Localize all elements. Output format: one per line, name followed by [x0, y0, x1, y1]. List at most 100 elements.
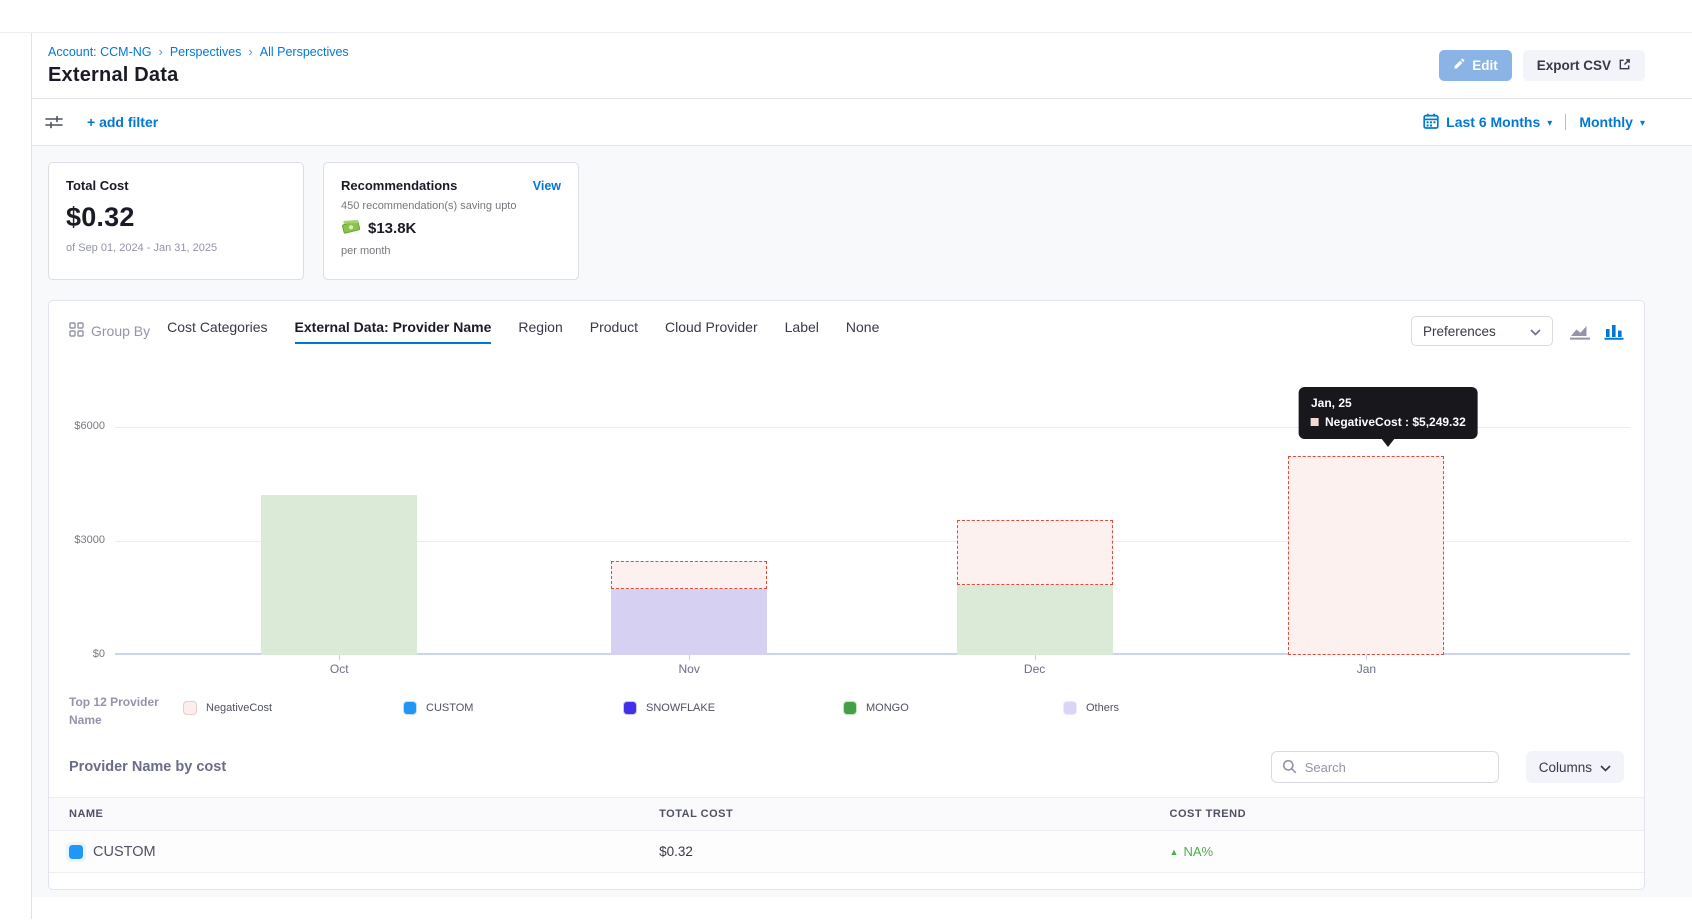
tab-cost-categories[interactable]: Cost Categories: [167, 319, 267, 344]
tab-product[interactable]: Product: [590, 319, 638, 344]
breadcrumb-item-account-ccm-ng[interactable]: Account: CCM-NG: [48, 45, 152, 59]
bar-segment-snowflake-nov[interactable]: [611, 589, 767, 655]
tooltip-series-swatch: [1311, 418, 1319, 426]
content-area: Account: CCM-NG›Perspectives›All Perspec…: [31, 33, 1692, 919]
search-input[interactable]: [1271, 751, 1499, 783]
columns-button-label: Columns: [1539, 760, 1592, 775]
legend-item-custom[interactable]: CUSTOM: [403, 701, 623, 715]
perspective-page: Account: CCM-NG›Perspectives›All Perspec…: [0, 0, 1692, 920]
edit-button[interactable]: Edit: [1439, 50, 1512, 81]
header-actions: Edit Export CSV: [1439, 50, 1645, 81]
edit-button-label: Edit: [1472, 58, 1498, 73]
granularity-select[interactable]: Monthly ▾: [1579, 114, 1645, 130]
provider-name: CUSTOM: [93, 844, 156, 860]
recommendations-label: Recommendations: [341, 178, 457, 193]
recommendations-per-month: per month: [341, 245, 561, 257]
group-by-row: Group By Cost CategoriesExternal Data: P…: [49, 301, 1644, 352]
group-by-tabs: Cost Categories External Data: Provider N…: [167, 319, 879, 344]
breadcrumb-item-all-perspectives[interactable]: All Perspectives: [260, 45, 349, 59]
tab-label[interactable]: Label: [785, 319, 819, 344]
tab-cloud-provider[interactable]: Cloud Provider: [665, 319, 758, 344]
recommendations-card: Recommendations View 450 recommendation(…: [323, 162, 579, 280]
recommendations-savings: $13.8K: [368, 220, 416, 237]
column-header-total-cost[interactable]: TOTAL COST: [639, 808, 1149, 820]
total-cost-period: of Sep 01, 2024 - Jan 31, 2025: [66, 242, 286, 254]
area-chart-icon[interactable]: [1569, 322, 1591, 340]
legend-item-mongo[interactable]: MONGO: [843, 701, 1063, 715]
legend-title: Top 12 Provider Name: [69, 693, 169, 729]
legend-label: NegativeCost: [206, 702, 272, 714]
legend-swatch-custom: [403, 701, 417, 715]
perspective-panel: Group By Cost CategoriesExternal Data: P…: [48, 300, 1645, 890]
tooltip-value-row: NegativeCost : $5,249.32: [1311, 415, 1466, 429]
external-link-icon: [1618, 58, 1631, 74]
granularity-label: Monthly: [1579, 114, 1633, 130]
chart-controls: Preferences: [1411, 316, 1624, 346]
legend-swatch-mongo: [843, 701, 857, 715]
x-axis-label-nov: Nov: [679, 662, 700, 676]
breadcrumb-item-perspectives[interactable]: Perspectives: [170, 45, 242, 59]
search-icon: [1282, 759, 1297, 779]
recommendations-summary: 450 recommendation(s) saving upto: [341, 200, 561, 212]
tooltip-arrow: [1381, 438, 1395, 447]
export-csv-button[interactable]: Export CSV: [1523, 50, 1645, 81]
table-header-row: NAMETOTAL COSTCOST TREND: [49, 797, 1644, 831]
column-header-cost-trend[interactable]: COST TREND: [1150, 808, 1644, 820]
divider: [1565, 114, 1566, 130]
tab-external-data-provider-name[interactable]: External Data: Provider Name: [295, 319, 492, 344]
filter-bar: + add filter Last 6 Months ▾ Monthly ▾: [32, 99, 1692, 146]
legend-item-others[interactable]: Others: [1063, 701, 1283, 715]
x-axis-label-jan: Jan: [1357, 662, 1376, 676]
chart-legend: Top 12 Provider Name NegativeCost CUSTOM S…: [49, 681, 1644, 729]
legend-item-negativecost[interactable]: NegativeCost: [183, 701, 403, 715]
bar-segment-negativecost-dec[interactable]: [957, 520, 1113, 585]
y-tick-label: $0: [53, 648, 105, 660]
chevron-down-icon: [1530, 324, 1541, 339]
legend-items: NegativeCost CUSTOM SNOWFLAKEMONGO Others: [183, 701, 1283, 715]
chevron-down-icon: ▾: [1547, 118, 1552, 129]
bar-group-nov: [611, 561, 767, 655]
column-chart-icon[interactable]: [1604, 322, 1624, 340]
preferences-dropdown[interactable]: Preferences: [1411, 316, 1553, 346]
bar-segment-mongo-dec[interactable]: [957, 585, 1113, 655]
time-filters: Last 6 Months ▾ Monthly ▾: [1423, 113, 1645, 132]
tab-none[interactable]: None: [846, 319, 879, 344]
total-cost-value: $0.32: [66, 202, 286, 233]
table-toolbar: Provider Name by cost Columns: [49, 729, 1644, 783]
bar-segment-negativecost-nov[interactable]: [611, 561, 767, 589]
column-header-name[interactable]: NAME: [49, 808, 639, 820]
calendar-icon: [1423, 113, 1439, 132]
header-left: Account: CCM-NG›Perspectives›All Perspec…: [48, 44, 349, 87]
name-cell: CUSTOM: [49, 844, 639, 860]
bar-segment-mongo-oct[interactable]: [261, 495, 417, 655]
cost-trend-cell: ▲NA%: [1150, 844, 1644, 859]
tooltip-title: Jan, 25: [1311, 396, 1466, 410]
chart-plot: $0$3000$6000Jan, 25NegativeCost : $5,249…: [115, 382, 1630, 655]
table-title: Provider Name by cost: [69, 759, 226, 775]
chevron-down-icon: ▾: [1640, 118, 1645, 129]
top-strip: [0, 0, 1692, 33]
add-filter-button[interactable]: + add filter: [87, 114, 158, 130]
legend-label: CUSTOM: [426, 702, 473, 714]
main: Total Cost $0.32 of Sep 01, 2024 - Jan 3…: [32, 146, 1692, 897]
date-range-select[interactable]: Last 6 Months ▾: [1446, 114, 1552, 130]
legend-label: Others: [1086, 702, 1119, 714]
provider-table: NAMETOTAL COSTCOST TREND CUSTOM$0.32▲NA%: [49, 797, 1644, 873]
y-tick-label: $6000: [53, 420, 105, 432]
filter-sliders-icon[interactable]: [39, 107, 69, 137]
summary-cards: Total Cost $0.32 of Sep 01, 2024 - Jan 3…: [48, 162, 1645, 280]
bar-group-oct: [261, 495, 417, 655]
tab-region[interactable]: Region: [518, 319, 562, 344]
bar-group-jan: Jan, 25NegativeCost : $5,249.32: [1288, 456, 1444, 655]
columns-button[interactable]: Columns: [1526, 751, 1624, 783]
bar-segment-negativecost-jan[interactable]: [1288, 456, 1444, 655]
table-body: CUSTOM$0.32▲NA%: [49, 831, 1644, 873]
view-recommendations-link[interactable]: View: [533, 179, 561, 193]
search-box: [1271, 751, 1499, 783]
table-row-custom[interactable]: CUSTOM$0.32▲NA%: [49, 831, 1644, 873]
preferences-label: Preferences: [1423, 324, 1496, 339]
x-axis-label-oct: Oct: [330, 662, 349, 676]
legend-swatch-negativecost: [183, 701, 197, 715]
legend-item-snowflake[interactable]: SNOWFLAKE: [623, 701, 843, 715]
total-cost-card: Total Cost $0.32 of Sep 01, 2024 - Jan 3…: [48, 162, 304, 280]
